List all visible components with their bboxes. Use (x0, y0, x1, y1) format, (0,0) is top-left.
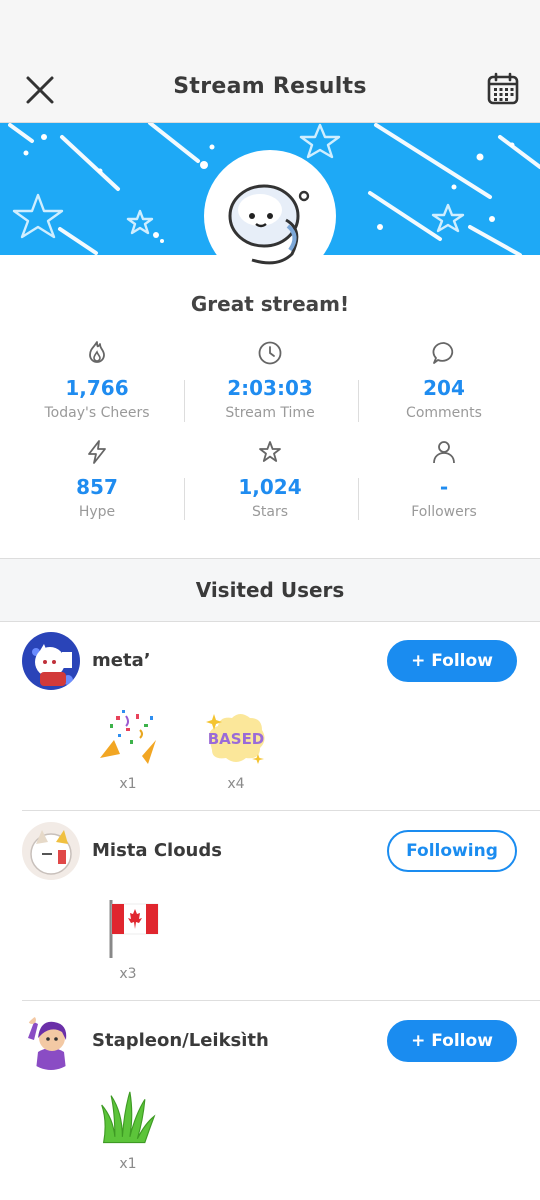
divider (22, 1000, 540, 1001)
user-name[interactable]: meta’ (92, 650, 151, 671)
mascot-icon (228, 184, 310, 265)
user-name[interactable]: Mista Clouds (92, 840, 222, 861)
gift-count: x1 (119, 1156, 137, 1172)
stat-value: 857 (76, 475, 118, 499)
stats-grid: 1,766 Today's Cheers 2:03:03 Stream Time… (0, 338, 540, 538)
gift-item: BASED x4 (201, 706, 271, 792)
follow-button[interactable]: + Follow (387, 1020, 517, 1062)
gift-count: x3 (119, 966, 137, 982)
clock-icon (258, 341, 282, 365)
person-icon (433, 441, 455, 464)
divider (184, 380, 185, 422)
based-sticker-icon: BASED (206, 714, 265, 764)
page-title: Stream Results (173, 74, 367, 99)
stat-label: Followers (411, 504, 477, 520)
section-title: Visited Users (195, 578, 345, 602)
avatar[interactable] (22, 632, 80, 690)
follow-button[interactable]: + Follow (387, 640, 517, 682)
avatar-image (22, 822, 80, 880)
user-row: meta’ + Follow x1 BASED x4 (0, 632, 540, 812)
divider (358, 380, 359, 422)
canada-flag-icon (109, 900, 159, 958)
avatar-image (22, 1012, 80, 1070)
user-row: Mista Clouds Following x3 (0, 822, 540, 1002)
stat-followers: - Followers (354, 439, 534, 520)
avatar-image (22, 632, 80, 690)
flame-icon (89, 341, 105, 363)
avatar[interactable] (22, 1012, 80, 1070)
stat-value: 204 (423, 376, 465, 400)
user-name[interactable]: Stapleon/Leiksìth (92, 1030, 269, 1051)
gift-count: x4 (227, 776, 245, 792)
header: Stream Results (0, 56, 540, 123)
stat-label: Stream Time (225, 405, 315, 421)
stat-value: 2:03:03 (227, 376, 313, 400)
user-row: Stapleon/Leiksìth + Follow x1 (0, 1012, 540, 1192)
gift-item: x3 (93, 896, 163, 982)
divider (358, 478, 359, 520)
stat-label: Today's Cheers (44, 405, 150, 421)
gift-item: x1 (93, 1090, 163, 1172)
divider (22, 810, 540, 811)
grass-icon (101, 1091, 156, 1144)
star-icon (259, 441, 281, 462)
stat-value: - (439, 475, 449, 499)
stat-value: 1,024 (238, 475, 302, 499)
calendar-icon[interactable] (486, 72, 520, 106)
stat-label: Stars (251, 504, 288, 520)
stat-comments: 204 Comments (354, 340, 534, 421)
stream-message: Great stream! (190, 292, 350, 316)
party-popper-icon (100, 710, 156, 764)
following-button[interactable]: Following (387, 830, 517, 872)
gift-count: x1 (119, 776, 137, 792)
stat-label: Comments (406, 405, 482, 421)
stat-value: 1,766 (65, 376, 129, 400)
avatar[interactable] (22, 822, 80, 880)
stat-cheers: 1,766 Today's Cheers (7, 340, 187, 421)
svg-text:BASED: BASED (208, 730, 265, 748)
stat-stars: 1,024 Stars (180, 439, 360, 520)
streamer-avatar (204, 150, 336, 282)
divider (184, 478, 185, 520)
status-bar (0, 0, 540, 56)
comment-icon (432, 342, 454, 364)
gift-item: x1 (93, 706, 163, 792)
stat-label: Hype (78, 504, 116, 520)
stat-hype: 857 Hype (7, 439, 187, 520)
visited-users-header: Visited Users (0, 558, 540, 622)
lightning-icon (88, 440, 106, 464)
stat-stream-time: 2:03:03 Stream Time (180, 340, 360, 421)
